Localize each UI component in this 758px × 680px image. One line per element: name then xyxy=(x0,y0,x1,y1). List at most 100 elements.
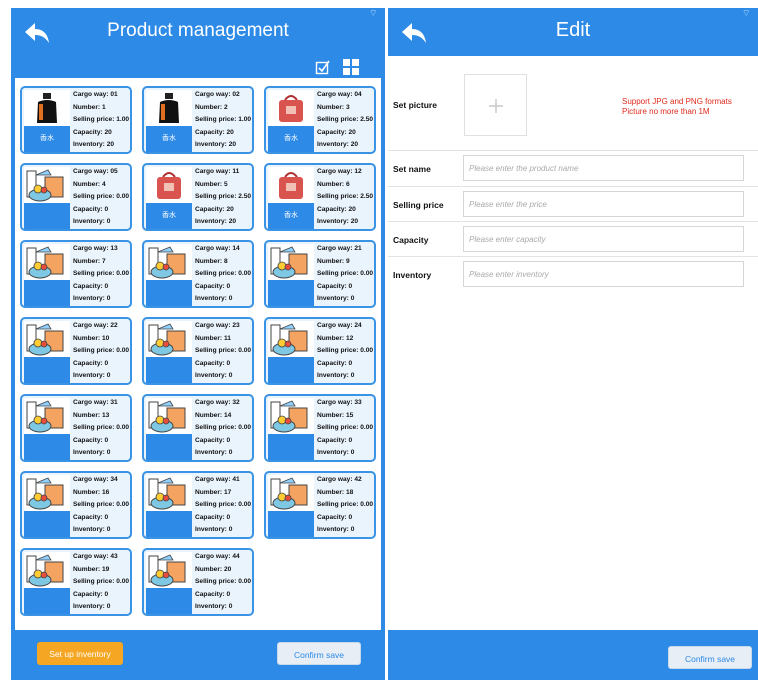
product-card[interactable]: 香水 Cargo way: 02 Number: 2 Selling price: 1… xyxy=(142,86,254,154)
product-capacity: Capacity: 20 xyxy=(195,128,234,136)
product-card[interactable]: Cargo way: 24 Number: 12 Selling price: 0.… xyxy=(264,317,376,385)
price-input[interactable] xyxy=(463,191,744,217)
product-number: Number: 6 xyxy=(317,180,350,188)
product-card[interactable]: Cargo way: 33 Number: 15 Selling price: 0.… xyxy=(264,394,376,462)
product-category-tag xyxy=(146,434,192,460)
grid-icon[interactable] xyxy=(343,59,359,75)
product-selling-price: Selling price: 0.00 xyxy=(195,347,252,355)
capacity-input[interactable] xyxy=(463,226,744,252)
product-card[interactable]: Cargo way: 14 Number: 8 Selling price: 0.0… xyxy=(142,240,254,308)
header: Edit ⌔ xyxy=(388,8,758,56)
check-square-icon[interactable] xyxy=(315,59,331,75)
product-category-tag: 香水 xyxy=(146,203,192,229)
product-info: Cargo way: 34 Number: 16 Selling price: 0.… xyxy=(73,474,129,537)
product-info: Cargo way: 04 Number: 3 Selling price: 2.5… xyxy=(317,89,373,152)
product-name-input[interactable] xyxy=(463,155,744,181)
product-cargo-way: Cargo way: 44 xyxy=(195,553,240,560)
product-image xyxy=(24,244,70,280)
product-cargo-way: Cargo way: 05 xyxy=(73,168,118,175)
plus-icon xyxy=(489,99,503,113)
product-inventory: Inventory: 20 xyxy=(317,218,359,226)
product-image xyxy=(268,321,314,357)
product-cargo-way: Cargo way: 31 xyxy=(73,399,118,406)
product-selling-price: Selling price: 1.00 xyxy=(195,116,252,124)
product-info: Cargo way: 41 Number: 17 Selling price: 0.… xyxy=(195,474,251,537)
product-card[interactable]: 香水 Cargo way: 11 Number: 5 Selling price: 2… xyxy=(142,163,254,231)
product-selling-price: Selling price: 0.00 xyxy=(195,270,252,278)
product-card[interactable]: Cargo way: 34 Number: 16 Selling price: 0.… xyxy=(20,471,132,539)
product-image xyxy=(24,398,70,434)
capacity-label: Capacity xyxy=(393,235,429,245)
product-category-tag xyxy=(24,588,70,614)
product-card[interactable]: Cargo way: 41 Number: 17 Selling price: 0.… xyxy=(142,471,254,539)
product-capacity: Capacity: 20 xyxy=(317,128,356,136)
bottom-bar: Set up inventory Confirm save xyxy=(11,630,385,680)
product-card[interactable]: Cargo way: 22 Number: 10 Selling price: 0.… xyxy=(20,317,132,385)
product-number: Number: 15 xyxy=(317,411,354,419)
product-number: Number: 17 xyxy=(195,488,232,496)
product-card[interactable]: Cargo way: 05 Number: 4 Selling price: 0.0… xyxy=(20,163,132,231)
product-category-tag xyxy=(24,357,70,383)
product-management-panel: Product management ⌔ 香水 Cargo way: 01 Numb… xyxy=(11,8,385,680)
product-selling-price: Selling price: 0.00 xyxy=(317,424,374,432)
set-picture-label: Set picture xyxy=(393,100,437,110)
product-number: Number: 9 xyxy=(317,257,350,265)
product-category-tag xyxy=(268,434,314,460)
product-cargo-way: Cargo way: 23 xyxy=(195,322,240,329)
product-card[interactable]: 香水 Cargo way: 01 Number: 1 Selling price: 1… xyxy=(20,86,132,154)
product-info: Cargo way: 12 Number: 6 Selling price: 2.5… xyxy=(317,166,373,229)
product-number: Number: 2 xyxy=(195,103,228,111)
product-info: Cargo way: 32 Number: 14 Selling price: 0.… xyxy=(195,397,251,460)
inventory-row: Inventory xyxy=(388,257,758,291)
product-capacity: Capacity: 0 xyxy=(195,359,231,367)
product-card[interactable]: Cargo way: 42 Number: 18 Selling price: 0.… xyxy=(264,471,376,539)
product-image xyxy=(146,321,192,357)
product-cargo-way: Cargo way: 13 xyxy=(73,245,118,252)
confirm-save-button[interactable]: Confirm save xyxy=(277,642,361,665)
product-number: Number: 8 xyxy=(195,257,228,265)
product-info: Cargo way: 21 Number: 9 Selling price: 0.0… xyxy=(317,243,373,306)
product-card[interactable]: Cargo way: 32 Number: 14 Selling price: 0.… xyxy=(142,394,254,462)
product-card[interactable]: 香水 Cargo way: 04 Number: 3 Selling price: 2… xyxy=(264,86,376,154)
product-image xyxy=(146,167,192,203)
product-capacity: Capacity: 0 xyxy=(317,282,353,290)
confirm-save-button[interactable]: Confirm save xyxy=(668,646,752,669)
product-card[interactable]: Cargo way: 31 Number: 13 Selling price: 0.… xyxy=(20,394,132,462)
product-image xyxy=(24,321,70,357)
product-capacity: Capacity: 20 xyxy=(73,128,112,136)
product-selling-price: Selling price: 0.00 xyxy=(73,424,130,432)
product-inventory: Inventory: 0 xyxy=(73,526,111,534)
set-picture-row: Set picture Support JPG and PNG formats … xyxy=(388,56,758,151)
product-card[interactable]: Cargo way: 23 Number: 11 Selling price: 0.… xyxy=(142,317,254,385)
product-cargo-way: Cargo way: 11 xyxy=(195,168,240,175)
picture-upload-box[interactable] xyxy=(464,74,527,136)
product-cargo-way: Cargo way: 34 xyxy=(73,476,118,483)
product-card[interactable]: Cargo way: 44 Number: 20 Selling price: 0.… xyxy=(142,548,254,616)
product-inventory: Inventory: 0 xyxy=(73,372,111,380)
product-selling-price: Selling price: 0.00 xyxy=(195,501,252,509)
inventory-input[interactable] xyxy=(463,261,744,287)
product-category-tag xyxy=(146,588,192,614)
product-info: Cargo way: 23 Number: 11 Selling price: 0.… xyxy=(195,320,251,383)
product-category-tag: 香水 xyxy=(146,126,192,152)
product-card[interactable]: Cargo way: 13 Number: 7 Selling price: 0.0… xyxy=(20,240,132,308)
product-number: Number: 13 xyxy=(73,411,110,419)
product-category-tag xyxy=(146,357,192,383)
product-card[interactable]: Cargo way: 21 Number: 9 Selling price: 0.0… xyxy=(264,240,376,308)
product-number: Number: 4 xyxy=(73,180,106,188)
product-cargo-way: Cargo way: 12 xyxy=(317,168,362,175)
product-image xyxy=(268,167,314,203)
product-card[interactable]: 香水 Cargo way: 12 Number: 6 Selling price: 2… xyxy=(264,163,376,231)
product-capacity: Capacity: 20 xyxy=(195,205,234,213)
product-selling-price: Selling price: 0.00 xyxy=(317,501,374,509)
product-card[interactable]: Cargo way: 43 Number: 19 Selling price: 0.… xyxy=(20,548,132,616)
product-number: Number: 10 xyxy=(73,334,110,342)
product-selling-price: Selling price: 0.00 xyxy=(73,270,130,278)
product-image xyxy=(268,475,314,511)
page-title: Edit xyxy=(555,19,591,41)
product-info: Cargo way: 11 Number: 5 Selling price: 2.5… xyxy=(195,166,251,229)
product-capacity: Capacity: 0 xyxy=(73,205,109,213)
set-up-inventory-button[interactable]: Set up inventory xyxy=(37,642,123,665)
product-capacity: Capacity: 20 xyxy=(317,205,356,213)
product-cargo-way: Cargo way: 21 xyxy=(317,245,362,252)
